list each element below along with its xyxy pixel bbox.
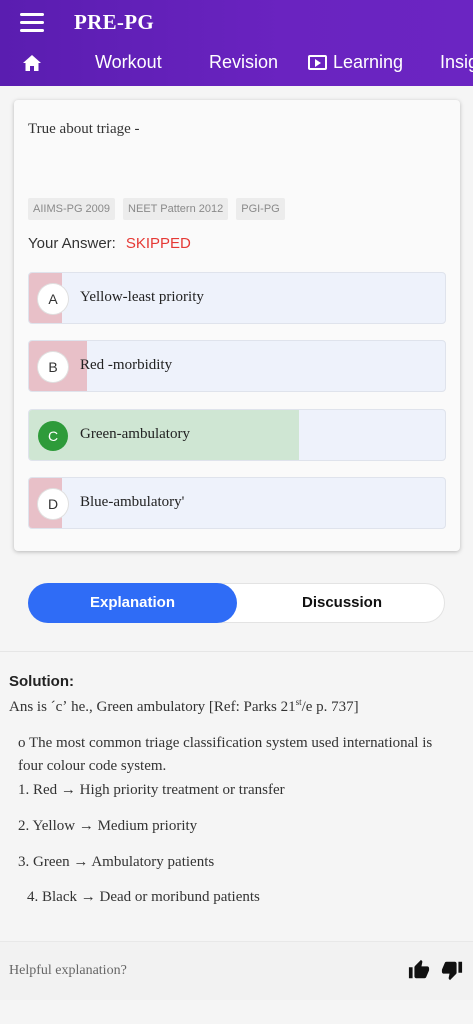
your-answer: Your Answer: SKIPPED [28,235,191,252]
top-tabs: Workout Revision Learning Insig [0,46,473,82]
your-answer-label: Your Answer: [28,235,116,252]
option-a-letter: A [38,284,68,314]
option-a[interactable]: A Yellow-least priority [28,272,446,324]
option-a-text: Yellow-least priority [80,289,204,305]
solution-answer-ref: /e p. 737] [301,699,359,715]
app-title: PRE-PG [74,10,154,34]
solution-answer: Ans is ˊcʼ he., Green ambulatory [Ref: P… [9,697,359,716]
question-tag: AIIMS-PG 2009 [28,198,116,220]
thumbs-up-icon[interactable] [408,959,430,981]
option-b[interactable]: B Red -morbidity [28,340,446,392]
question-card: True about triage - AIIMS-PG 2009 NEET P… [14,100,460,551]
explanation-discussion-toggle: Explanation Discussion [28,583,445,623]
home-icon[interactable] [22,54,42,72]
app-bar: PRE-PG Workout Revision Learning Insig [0,0,473,86]
divider [0,651,473,652]
solution-title: Solution: [9,673,74,690]
helpful-label: Helpful explanation? [9,963,127,978]
question-tag: PGI-PG [236,198,285,220]
tab-learning[interactable]: Learning [308,52,403,73]
explanation-tab[interactable]: Explanation [28,583,237,623]
option-d-text: Blue-ambulatory' [80,494,185,510]
your-answer-status: SKIPPED [125,235,191,252]
play-screen-icon [308,55,327,70]
question-tag: NEET Pattern 2012 [123,198,229,220]
tab-learning-label: Learning [333,52,404,72]
solution-list-item: 4. Black → Dead or moribund patients [27,889,260,905]
hamburger-menu-icon[interactable] [20,13,44,33]
option-c-text: Green-ambulatory [80,426,190,442]
solution-intro: o The most common triage classification … [18,735,433,774]
question-tags: AIIMS-PG 2009 NEET Pattern 2012 PGI-PG [28,198,285,220]
tab-insights[interactable]: Insig [440,52,473,73]
thumbs-down-icon[interactable] [441,959,463,981]
solution-list-item: 3. Green → Ambulatory patients [18,854,215,870]
option-c[interactable]: C Green-ambulatory [28,409,446,461]
option-c-letter: C [38,421,68,451]
solution-answer-text: Ans is ˊcʼ he., Green ambulatory [Ref: P… [9,699,296,715]
option-b-letter: B [38,352,68,382]
question-text: True about triage - [28,121,140,137]
feedback-bar: Helpful explanation? [0,941,473,1000]
tab-workout[interactable]: Workout [95,52,162,73]
tab-revision[interactable]: Revision [209,52,278,73]
discussion-tab[interactable]: Discussion [239,583,445,623]
option-d[interactable]: D Blue-ambulatory' [28,477,446,529]
option-b-text: Red -morbidity [80,357,173,373]
solution-list-item: 2. Yellow → Medium priority [18,818,198,834]
solution-list-item: 1. Red → High priority treatment or tran… [18,782,285,798]
option-d-letter: D [38,489,68,519]
